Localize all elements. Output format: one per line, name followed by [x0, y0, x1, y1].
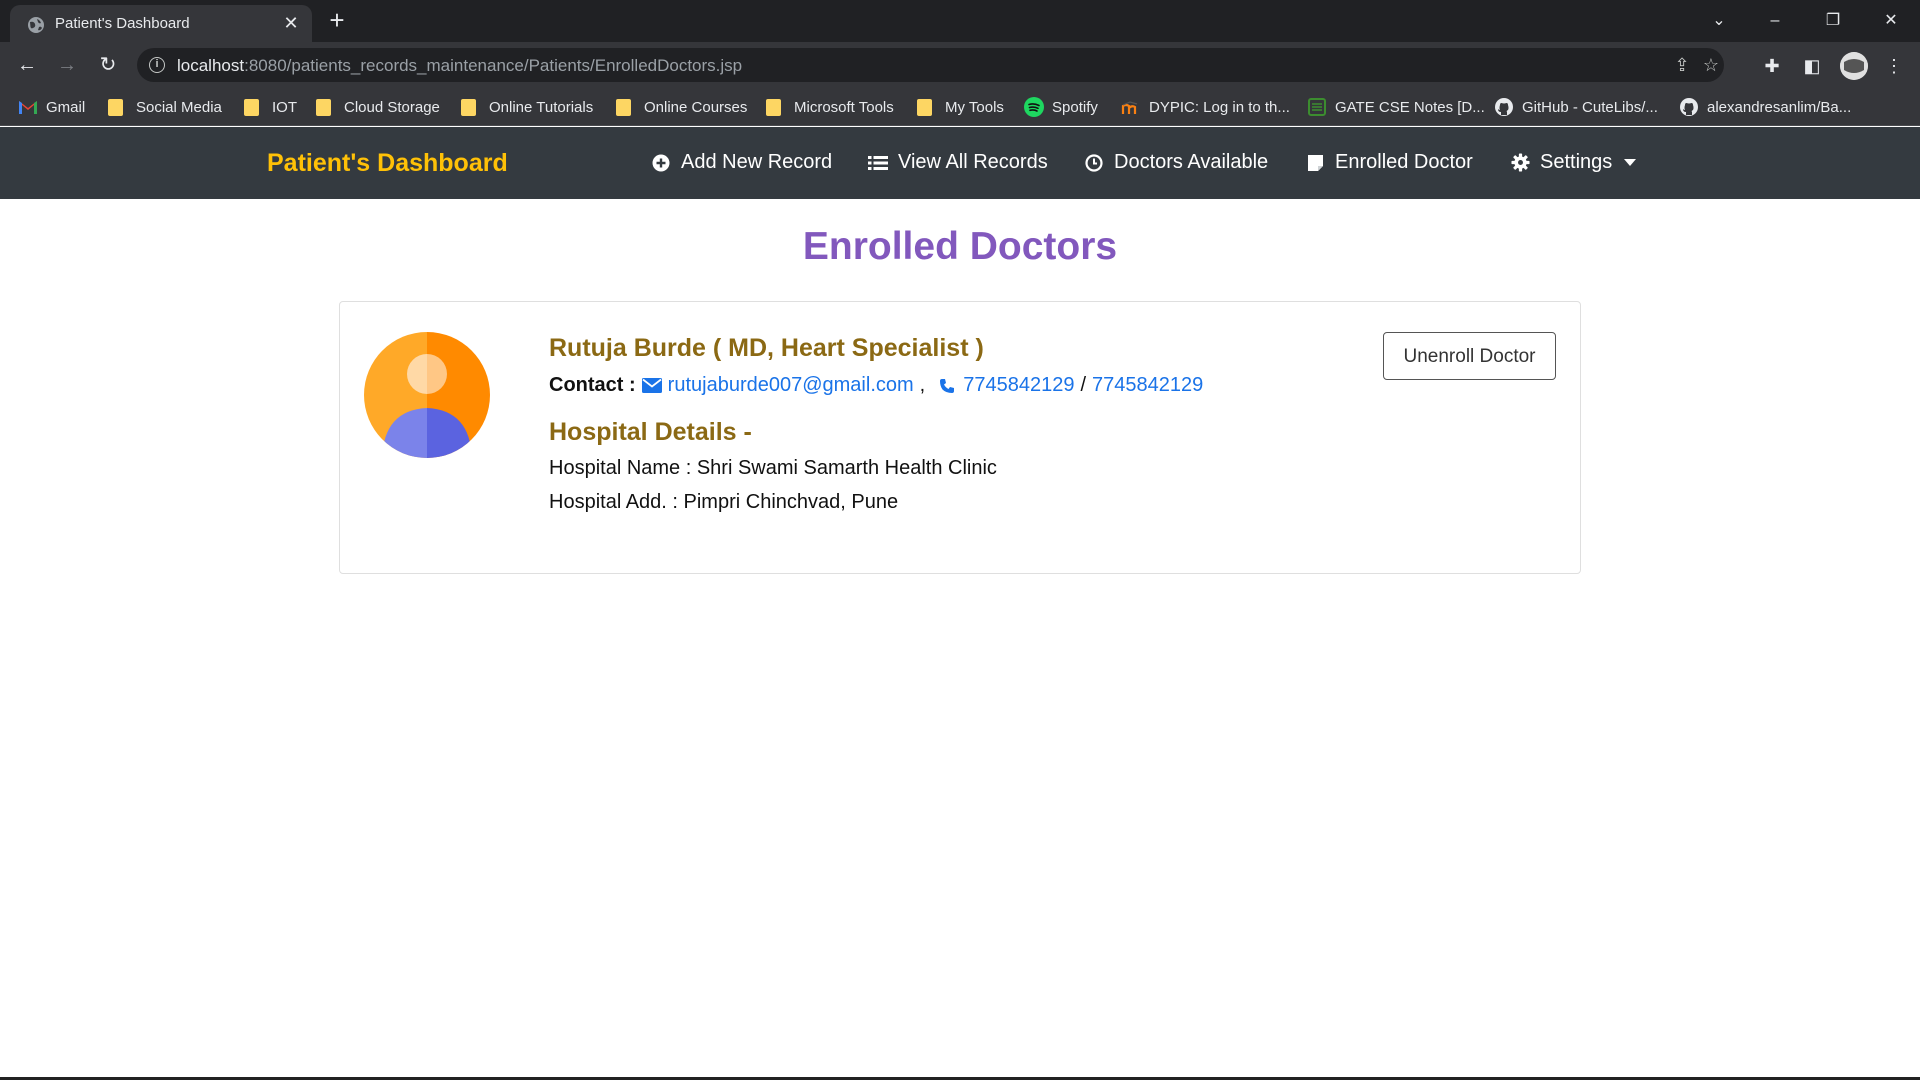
share-icon[interactable]: ⇪	[1671, 54, 1693, 76]
brand-logo-text[interactable]: Patient's Dashboard	[267, 149, 508, 178]
close-window-icon[interactable]: ✕	[1876, 8, 1906, 34]
folder-icon	[108, 98, 123, 116]
nav-doctors-available[interactable]: Doctors Available	[1084, 151, 1268, 174]
github-icon	[1679, 97, 1699, 117]
bookmark-spotify[interactable]: Spotify	[1024, 97, 1098, 117]
close-tab-icon[interactable]: ✕	[280, 12, 302, 34]
unenroll-doctor-button[interactable]: Unenroll Doctor	[1383, 332, 1556, 380]
bookmarks-bar: Gmail Social Media IOT Cloud Storage Onl…	[0, 88, 1920, 126]
tab-search-icon[interactable]: ⌄	[1704, 8, 1734, 34]
site-info-icon[interactable]: i	[149, 57, 165, 73]
forward-icon[interactable]: →	[54, 52, 80, 78]
globe-icon	[28, 17, 44, 33]
folder-icon	[616, 98, 631, 116]
bookmark-cloud-storage[interactable]: Cloud Storage	[316, 97, 440, 117]
nav-view-all-records[interactable]: View All Records	[868, 151, 1048, 174]
phone-separator: /	[1080, 374, 1087, 396]
bookmark-online-courses[interactable]: Online Courses	[616, 97, 747, 117]
spotify-icon	[1024, 97, 1044, 117]
bookmark-iot[interactable]: IOT	[244, 97, 297, 117]
notes-icon	[1307, 97, 1327, 117]
folder-icon	[244, 98, 259, 116]
chevron-down-icon	[1624, 159, 1637, 166]
folder-icon	[316, 98, 331, 116]
browser-tab[interactable]: Patient's Dashboard ✕	[10, 5, 312, 42]
bookmark-star-icon[interactable]: ☆	[1700, 54, 1722, 76]
gear-icon	[1510, 153, 1530, 173]
menu-kebab-icon[interactable]: ⋮	[1882, 54, 1906, 78]
minimize-icon[interactable]: –	[1760, 8, 1790, 34]
phone-link-secondary[interactable]: 7745842129	[1092, 374, 1203, 397]
hospital-details-heading: Hospital Details -	[549, 418, 752, 446]
folder-icon	[917, 98, 932, 116]
contact-separator: ,	[919, 374, 926, 396]
bookmark-github-cutelibs[interactable]: GitHub - CuteLibs/...	[1494, 97, 1658, 117]
github-icon	[1494, 97, 1514, 117]
browser-tab-bar: Patient's Dashboard ✕ + ⌄ – ❐ ✕	[0, 0, 1920, 42]
bookmark-online-tutorials[interactable]: Online Tutorials	[461, 97, 593, 117]
doctor-name: Rutuja Burde ( MD, Heart Specialist )	[549, 334, 984, 362]
extensions-icon[interactable]: ✚	[1760, 54, 1784, 78]
address-bar[interactable]: i localhost:8080/patients_records_mainte…	[137, 48, 1724, 82]
tab-title: Patient's Dashboard	[55, 15, 190, 32]
contact-label: Contact :	[549, 374, 636, 396]
hospital-name: Hospital Name : Shri Swami Samarth Healt…	[549, 457, 997, 479]
bookmark-social-media[interactable]: Social Media	[108, 97, 222, 117]
folder-icon	[461, 98, 476, 116]
envelope-icon	[641, 377, 662, 395]
sticky-note-icon	[1305, 153, 1325, 173]
side-panel-icon[interactable]: ◧	[1800, 54, 1824, 78]
bookmark-gmail[interactable]: Gmail	[18, 97, 85, 117]
moodle-icon	[1121, 97, 1141, 117]
folder-icon	[766, 98, 781, 116]
plus-circle-icon	[651, 153, 671, 173]
list-icon	[868, 153, 888, 173]
back-icon[interactable]: ←	[14, 52, 40, 78]
gmail-icon	[18, 97, 38, 117]
bookmark-microsoft-tools[interactable]: Microsoft Tools	[766, 97, 894, 117]
url-text[interactable]: localhost:8080/patients_records_maintena…	[177, 56, 742, 76]
doctor-avatar	[364, 332, 490, 458]
hospital-address: Hospital Add. : Pimpri Chinchvad, Pune	[549, 491, 899, 513]
browser-toolbar: ← → ↻ i localhost:8080/patients_records_…	[0, 42, 1920, 88]
reload-icon[interactable]: ↻	[95, 52, 121, 78]
contact-line: Contact : rutujaburde007@gmail.com , 774…	[549, 374, 1203, 397]
bookmark-gate-notes[interactable]: GATE CSE Notes [D...	[1307, 97, 1485, 117]
phone-link-primary[interactable]: 7745842129	[963, 374, 1074, 397]
profile-avatar[interactable]	[1840, 52, 1868, 80]
doctor-card: Rutuja Burde ( MD, Heart Specialist ) Co…	[339, 301, 1581, 574]
nav-settings-dropdown[interactable]: Settings	[1510, 151, 1637, 174]
clock-icon	[1084, 153, 1104, 173]
bookmark-my-tools[interactable]: My Tools	[917, 97, 1004, 117]
new-tab-icon[interactable]: +	[323, 7, 351, 35]
site-navbar: Patient's Dashboard Add New Record View …	[0, 127, 1920, 199]
bookmark-github-alexandresanlim[interactable]: alexandresanlim/Ba...	[1679, 97, 1851, 117]
nav-add-new-record[interactable]: Add New Record	[651, 151, 832, 174]
restore-icon[interactable]: ❐	[1818, 8, 1848, 34]
email-link[interactable]: rutujaburde007@gmail.com	[668, 374, 914, 397]
page-title: Enrolled Doctors	[802, 225, 1118, 268]
nav-enrolled-doctor[interactable]: Enrolled Doctor	[1305, 151, 1473, 174]
phone-icon	[937, 377, 957, 395]
bookmark-dypic[interactable]: DYPIC: Log in to th...	[1121, 97, 1290, 117]
